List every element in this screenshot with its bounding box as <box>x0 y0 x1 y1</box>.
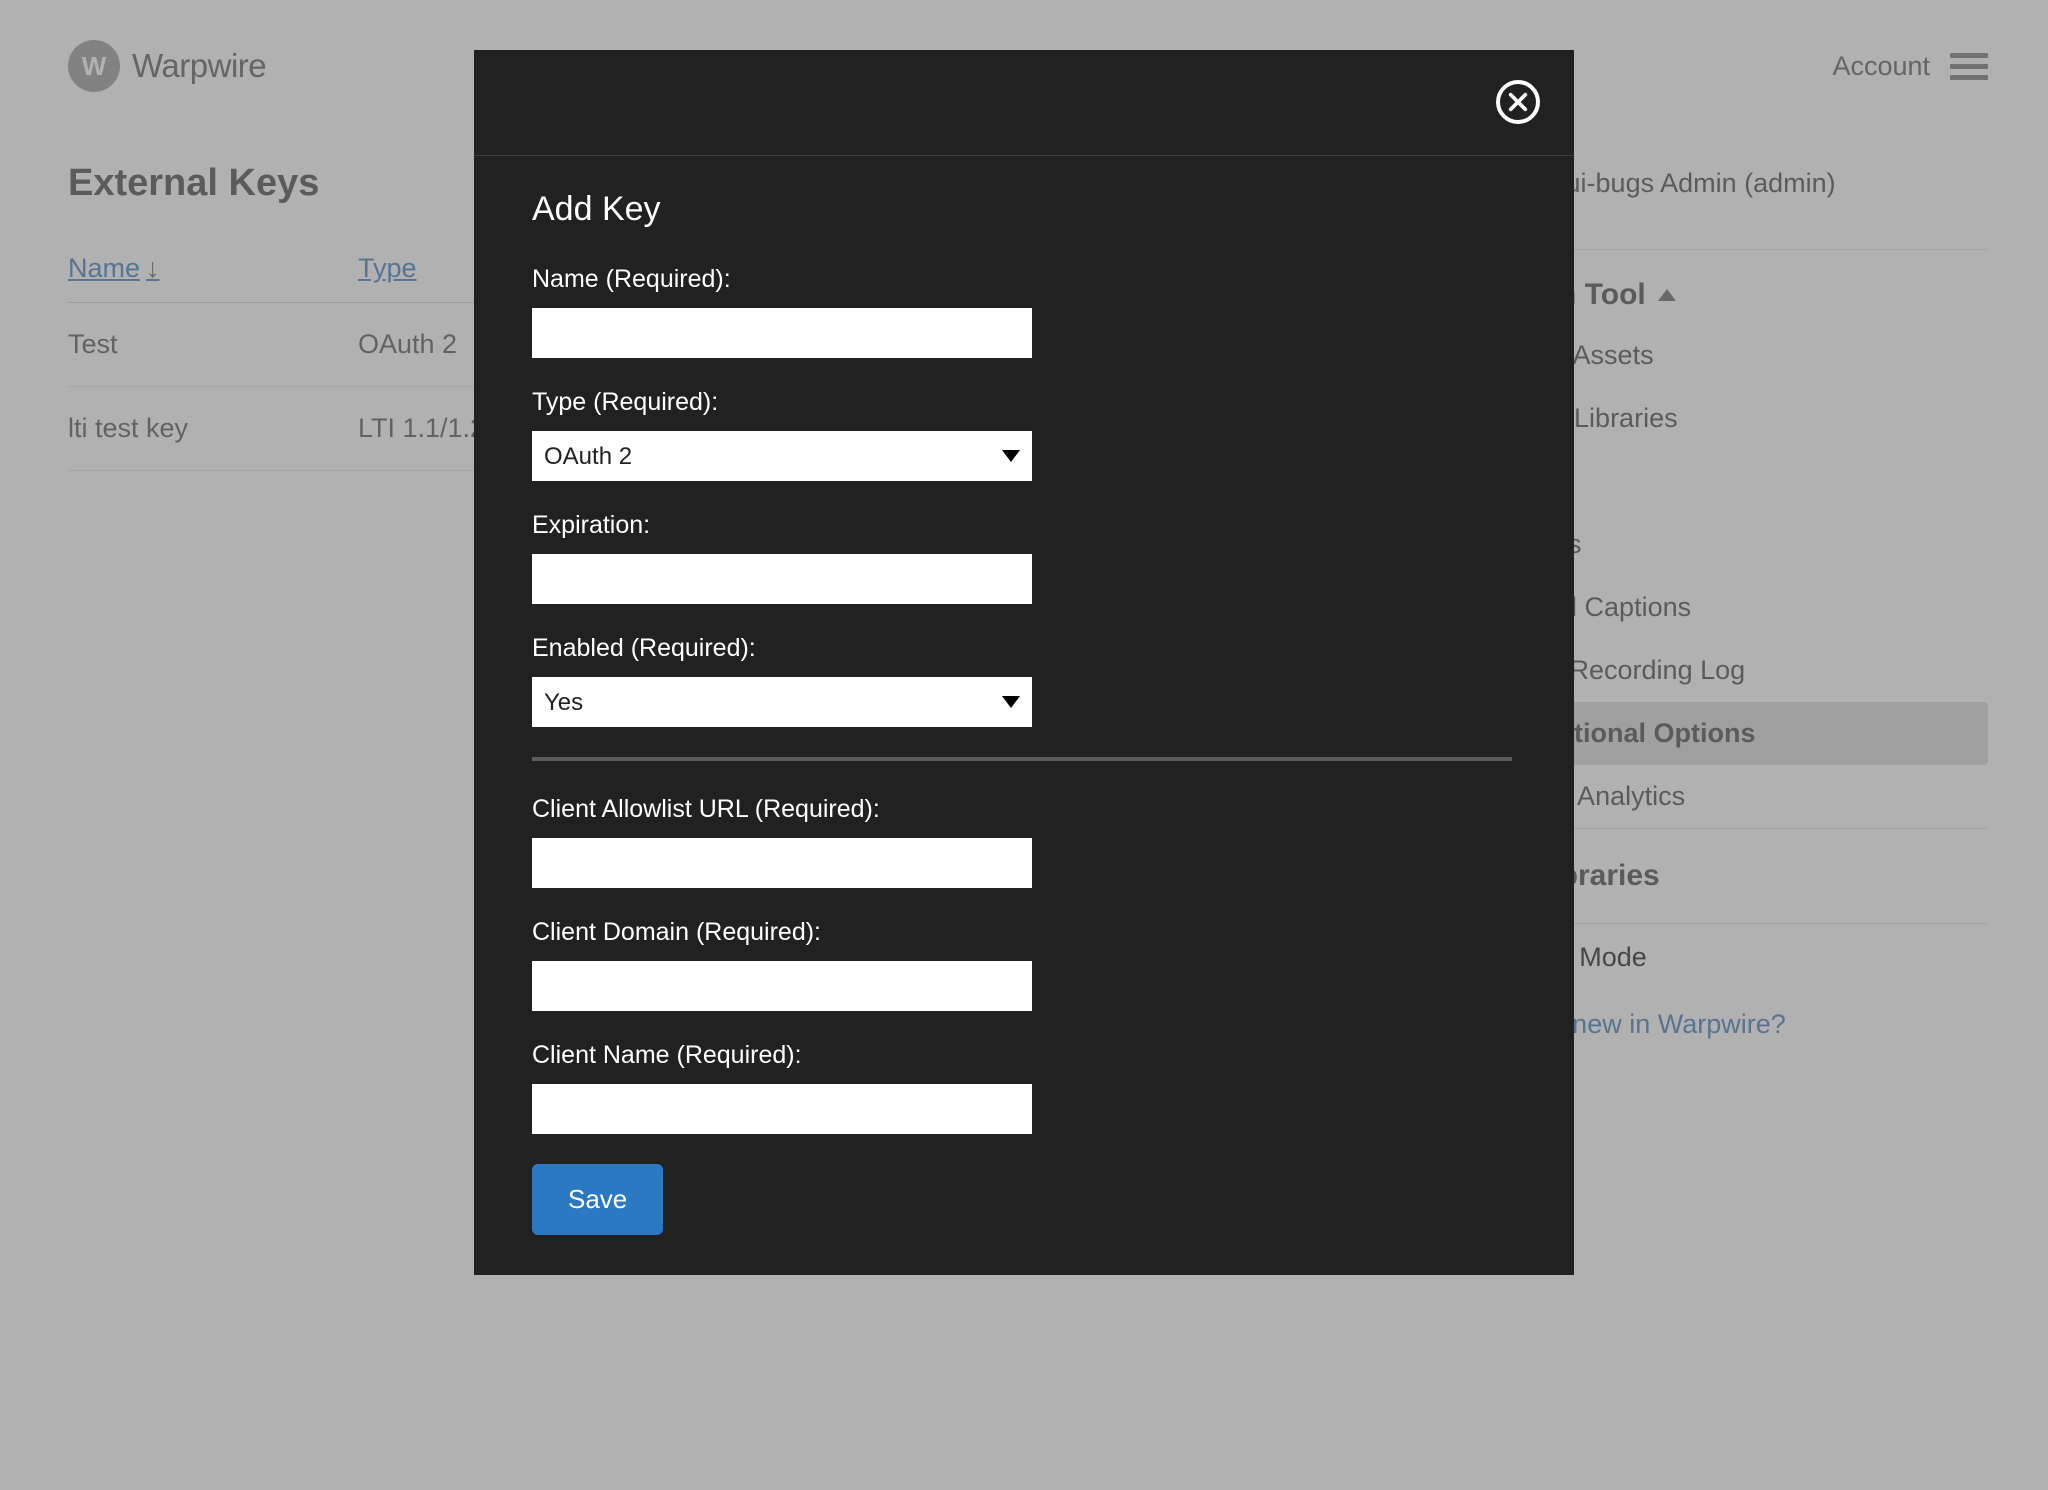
allowlist-label: Client Allowlist URL (Required): <box>532 795 1516 824</box>
modal-divider <box>532 757 1512 761</box>
enabled-label: Enabled (Required): <box>532 634 1516 663</box>
type-select[interactable]: OAuth 2 <box>532 431 1032 481</box>
name-input[interactable] <box>532 308 1032 358</box>
expiration-input[interactable] <box>532 554 1032 604</box>
allowlist-input[interactable] <box>532 838 1032 888</box>
client-name-label: Client Name (Required): <box>532 1041 1516 1070</box>
enabled-select[interactable]: Yes <box>532 677 1032 727</box>
modal-overlay[interactable]: Add Key Name (Required): Type (Required)… <box>0 0 2048 1490</box>
name-label: Name (Required): <box>532 265 1516 294</box>
client-name-input[interactable] <box>532 1084 1032 1134</box>
domain-label: Client Domain (Required): <box>532 918 1516 947</box>
expiration-label: Expiration: <box>532 511 1516 540</box>
add-key-modal: Add Key Name (Required): Type (Required)… <box>474 50 1574 1275</box>
type-label: Type (Required): <box>532 388 1516 417</box>
save-button[interactable]: Save <box>532 1164 663 1235</box>
close-icon[interactable] <box>1496 80 1540 124</box>
domain-input[interactable] <box>532 961 1032 1011</box>
modal-title: Add Key <box>532 190 1516 229</box>
